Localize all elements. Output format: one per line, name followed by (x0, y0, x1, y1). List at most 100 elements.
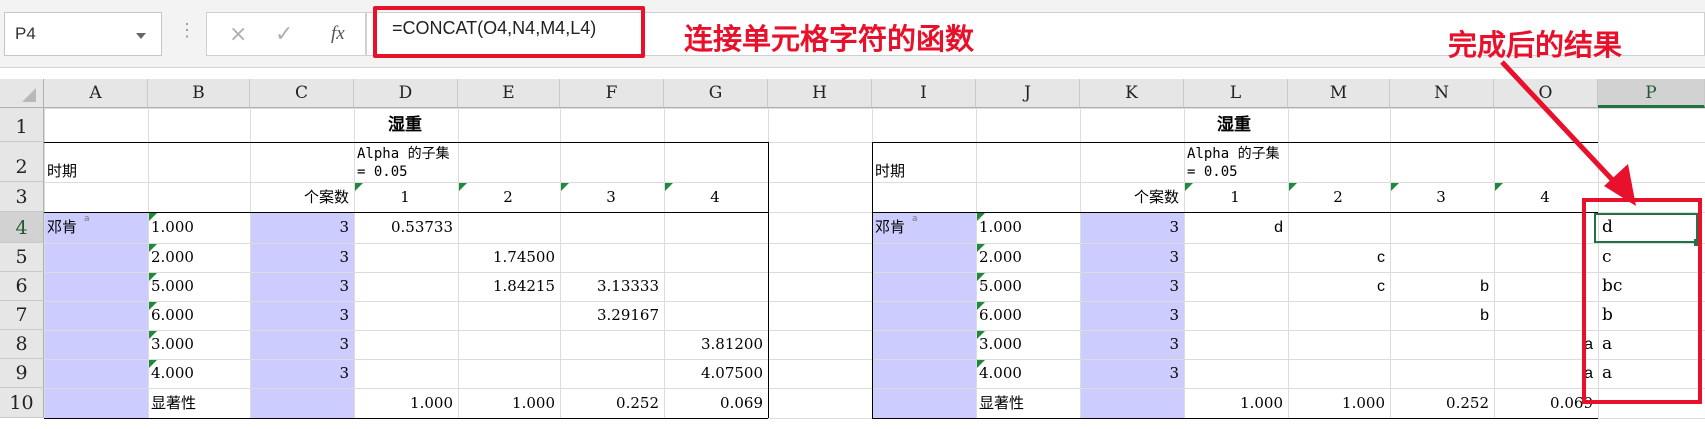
subset-value[interactable]: b (1393, 301, 1489, 330)
subset-col-1[interactable]: 1 (357, 182, 453, 212)
subset-col-1[interactable]: 1 (1187, 182, 1283, 212)
period-value[interactable]: 1.000 (979, 212, 1075, 243)
column-header-e[interactable]: E (458, 79, 560, 108)
period-value[interactable]: 2.000 (979, 243, 1075, 272)
count-header[interactable]: 个案数 (1083, 182, 1179, 212)
chevron-down-icon[interactable] (136, 33, 146, 39)
result-annotation: 完成后的结果 (1448, 28, 1623, 62)
count-value[interactable]: 3 (253, 330, 349, 359)
count-value[interactable]: 3 (253, 272, 349, 301)
subset-col-3[interactable]: 3 (563, 182, 659, 212)
column-header-i[interactable]: I (872, 79, 976, 108)
period-value[interactable]: 4.000 (151, 359, 245, 388)
formula-buttons: × ✓ fx (206, 12, 366, 56)
subset-value[interactable]: c (1291, 272, 1385, 301)
significance-value[interactable]: 0.069 (1497, 388, 1593, 418)
column-header-h[interactable]: H (768, 79, 872, 108)
period-value[interactable]: 6.000 (151, 301, 245, 330)
subset-value[interactable]: b (1393, 272, 1489, 301)
column-header-f[interactable]: F (560, 79, 664, 108)
subset-value[interactable]: 1.74500 (461, 243, 555, 272)
period-value[interactable]: 5.000 (151, 272, 245, 301)
count-value[interactable]: 3 (253, 301, 349, 330)
subset-value[interactable]: a (1497, 330, 1593, 359)
column-header-l[interactable]: L (1184, 79, 1288, 108)
subset-value[interactable]: 3.13333 (563, 272, 659, 301)
period-value[interactable]: 3.000 (979, 330, 1075, 359)
period-value[interactable]: 6.000 (979, 301, 1075, 330)
subset-value[interactable]: 0.53733 (357, 212, 453, 243)
significance-value[interactable]: 1.000 (357, 388, 453, 418)
subset-value[interactable]: 3.81200 (667, 330, 763, 359)
count-value[interactable]: 3 (1083, 330, 1179, 359)
table-title[interactable]: 湿重 (47, 108, 763, 142)
formula-text[interactable]: =CONCAT(O4,N4,M4,L4) (392, 18, 596, 39)
column-header-m[interactable]: M (1288, 79, 1390, 108)
group-label[interactable]: 邓肯 (875, 212, 971, 243)
count-value[interactable]: 3 (1083, 272, 1179, 301)
period-value[interactable]: 3.000 (151, 330, 245, 359)
row-header-7[interactable]: 7 (0, 301, 44, 330)
group-label[interactable]: 邓肯 (47, 212, 143, 243)
error-indicator-icon (149, 360, 157, 368)
table-border (768, 142, 769, 418)
row-header-3[interactable]: 3 (0, 182, 44, 212)
count-value[interactable]: 3 (1083, 243, 1179, 272)
row-header-6[interactable]: 6 (0, 272, 44, 301)
cancel-icon[interactable]: × (229, 22, 247, 47)
subset-col-2[interactable]: 2 (1291, 182, 1385, 212)
table-border (872, 142, 873, 418)
subset-col-2[interactable]: 2 (461, 182, 555, 212)
column-header-n[interactable]: N (1390, 79, 1494, 108)
significance-label[interactable]: 显著性 (979, 388, 1075, 418)
period-label[interactable]: 时期 (47, 142, 143, 182)
enter-icon[interactable]: ✓ (275, 22, 293, 47)
count-value[interactable]: 3 (253, 212, 349, 243)
period-value[interactable]: 5.000 (979, 272, 1075, 301)
count-value[interactable]: 3 (1083, 212, 1179, 243)
column-header-d[interactable]: D (354, 79, 458, 108)
significance-value[interactable]: 1.000 (461, 388, 555, 418)
period-value[interactable]: 4.000 (979, 359, 1075, 388)
row-header-2[interactable]: 2 (0, 142, 44, 182)
column-header-c[interactable]: C (250, 79, 354, 108)
subset-label[interactable]: Alpha 的子集 = 0.05 (1187, 142, 1283, 185)
subset-value[interactable]: 1.84215 (461, 272, 555, 301)
count-value[interactable]: 3 (1083, 301, 1179, 330)
period-label[interactable]: 时期 (875, 142, 971, 182)
row-header-10[interactable]: 10 (0, 388, 44, 418)
subset-value[interactable]: 4.07500 (667, 359, 763, 388)
subset-col-4[interactable]: 4 (667, 182, 763, 212)
subset-col-3[interactable]: 3 (1393, 182, 1489, 212)
row-header-1[interactable]: 1 (0, 108, 44, 142)
count-value[interactable]: 3 (253, 243, 349, 272)
significance-value[interactable]: 0.069 (667, 388, 763, 418)
significance-label[interactable]: 显著性 (151, 388, 245, 418)
column-header-j[interactable]: J (976, 79, 1080, 108)
column-header-a[interactable]: A (44, 79, 148, 108)
count-header[interactable]: 个案数 (253, 182, 349, 212)
significance-value[interactable]: 1.000 (1291, 388, 1385, 418)
error-indicator-icon (1391, 183, 1399, 191)
significance-value[interactable]: 1.000 (1187, 388, 1283, 418)
row-header-4[interactable]: 4 (0, 212, 44, 243)
insert-function-icon[interactable]: fx (331, 23, 345, 45)
column-header-k[interactable]: K (1080, 79, 1184, 108)
count-value[interactable]: 3 (1083, 359, 1179, 388)
row-header-9[interactable]: 9 (0, 359, 44, 388)
count-value[interactable]: 3 (253, 359, 349, 388)
subset-label[interactable]: Alpha 的子集 = 0.05 (357, 142, 453, 185)
period-value[interactable]: 2.000 (151, 243, 245, 272)
subset-value[interactable]: c (1291, 243, 1385, 272)
significance-value[interactable]: 0.252 (563, 388, 659, 418)
subset-value[interactable]: 3.29167 (563, 301, 659, 330)
period-value[interactable]: 1.000 (151, 212, 245, 243)
significance-value[interactable]: 0.252 (1393, 388, 1489, 418)
row-header-5[interactable]: 5 (0, 243, 44, 272)
subset-value[interactable]: a (1497, 359, 1593, 388)
column-header-b[interactable]: B (148, 79, 250, 108)
error-indicator-icon (1289, 183, 1297, 191)
column-header-g[interactable]: G (664, 79, 768, 108)
subset-value[interactable]: d (1187, 212, 1283, 243)
row-header-8[interactable]: 8 (0, 330, 44, 359)
